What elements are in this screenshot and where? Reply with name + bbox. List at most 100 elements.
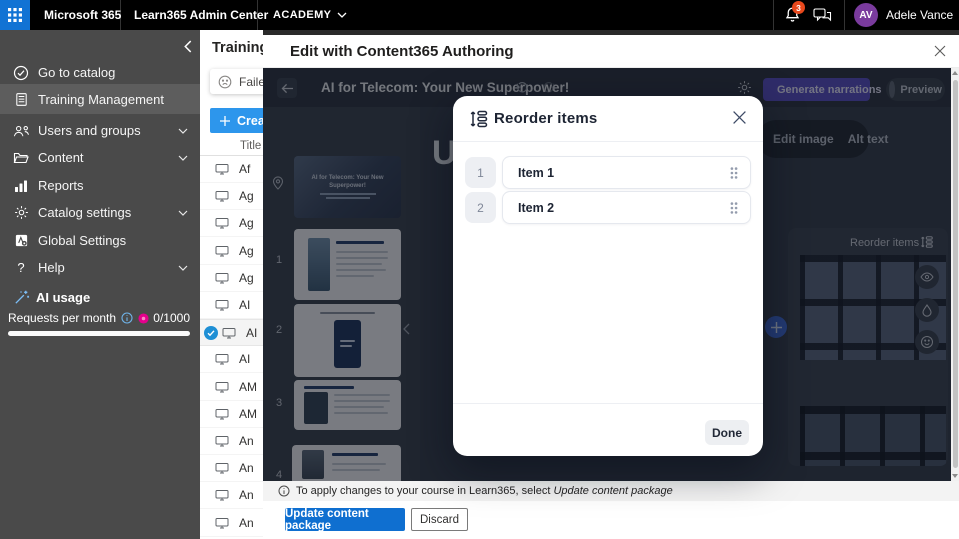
monitor-icon xyxy=(215,218,229,229)
done-button[interactable]: Done xyxy=(705,420,749,445)
reorder-item-row[interactable]: Item 2 xyxy=(502,191,751,224)
table-row[interactable]: AI xyxy=(200,292,270,319)
item-order-badge: 1 xyxy=(465,157,496,188)
sidebar-item-label: Help xyxy=(38,260,65,275)
table-row[interactable]: Af xyxy=(200,156,270,183)
row-title: Ag xyxy=(239,270,254,285)
reorder-icon xyxy=(469,109,489,129)
chevron-down-icon xyxy=(178,210,188,216)
row-title: Af xyxy=(239,162,251,176)
brand-home-link[interactable]: Microsoft 365 xyxy=(44,0,121,30)
sidebar-item-catalog-settings[interactable]: Catalog settings xyxy=(0,199,200,226)
gear-icon xyxy=(12,205,30,220)
sidebar-item-global-settings[interactable]: Global Settings xyxy=(0,227,200,254)
content365-authoring-modal: Edit with Content365 Authoring AI for Te… xyxy=(263,35,959,539)
sidebar-item-help[interactable]: ? Help xyxy=(0,254,200,281)
modal-scrollbar[interactable] xyxy=(951,68,959,481)
item-label: Item 2 xyxy=(518,200,555,215)
update-info-bar: To apply changes to your course in Learn… xyxy=(263,481,959,501)
row-title: An xyxy=(239,461,254,476)
folder-icon xyxy=(12,151,30,164)
row-title: Ag xyxy=(239,189,254,204)
user-name: Adele Vance xyxy=(886,8,954,22)
drag-handle-icon[interactable] xyxy=(729,201,739,215)
modal-header: Edit with Content365 Authoring xyxy=(263,35,959,68)
monitor-icon xyxy=(215,436,229,447)
chat-icon xyxy=(813,8,832,22)
row-title: An xyxy=(239,434,254,448)
dialog-header-divider xyxy=(453,141,763,142)
chevron-down-icon xyxy=(178,128,188,134)
monitor-icon xyxy=(215,408,229,420)
sidebar-item-reports[interactable]: Reports xyxy=(0,172,200,199)
ai-usage-label: AI usage xyxy=(36,289,91,305)
monitor-icon xyxy=(215,463,229,474)
scroll-up-arrow[interactable] xyxy=(952,71,958,75)
monitor-icon xyxy=(215,300,229,311)
monitor-icon xyxy=(215,191,229,202)
table-row[interactable]: An xyxy=(200,455,270,483)
quota-gem-icon xyxy=(138,312,149,324)
reorder-item-row[interactable]: Item 1 xyxy=(502,156,751,189)
reorder-items-dialog: Reorder items 1 Item 1 2 Item 2 Done xyxy=(453,96,763,456)
dialog-footer-divider xyxy=(453,403,763,404)
monitor-icon xyxy=(215,272,229,284)
failed-processing-chip[interactable]: Failed pro xyxy=(210,69,270,94)
user-avatar[interactable]: AV xyxy=(854,3,878,27)
row-title: AI xyxy=(239,352,251,367)
scroll-down-arrow[interactable] xyxy=(952,474,958,478)
people-icon xyxy=(12,124,30,138)
sidebar-item-label: Catalog settings xyxy=(38,205,132,220)
training-management-panel: Training Management Failed pro Create tr… xyxy=(200,30,270,539)
sidebar-item-training-management[interactable]: Training Management xyxy=(0,84,200,114)
close-icon xyxy=(934,45,946,57)
sidebar-item-label: Reports xyxy=(38,178,84,193)
tenant-selector[interactable]: ACADEMY xyxy=(273,0,347,30)
item-label: Item 1 xyxy=(518,165,555,180)
plus-icon xyxy=(220,115,230,126)
sidebar-item-label: Go to catalog xyxy=(38,65,116,80)
row-title: Ag xyxy=(239,216,254,231)
table-row[interactable]: AM xyxy=(200,401,270,428)
create-training-button[interactable]: Create tra xyxy=(210,108,270,133)
monitor-icon xyxy=(215,245,229,257)
table-row-selected[interactable]: AI xyxy=(200,319,270,347)
table-row[interactable]: An xyxy=(200,428,270,455)
table-row[interactable]: Ag xyxy=(200,210,270,238)
selected-check-icon[interactable] xyxy=(204,325,218,340)
update-content-package-button[interactable]: Update content package xyxy=(285,508,405,532)
row-title: Ag xyxy=(239,243,254,258)
sidebar-item-ai-usage[interactable]: AI usage xyxy=(0,286,200,308)
table-row[interactable]: Ag xyxy=(200,183,270,211)
sidebar-item-go-to-catalog[interactable]: Go to catalog xyxy=(0,59,200,86)
discard-button[interactable]: Discard xyxy=(411,508,468,531)
info-icon[interactable] xyxy=(121,312,133,324)
chevron-down-icon xyxy=(178,265,188,271)
drag-handle-icon[interactable] xyxy=(729,166,739,180)
table-row[interactable]: AM xyxy=(200,374,270,401)
sidebar-item-users-and-groups[interactable]: Users and groups xyxy=(0,117,200,144)
table-row[interactable]: An xyxy=(200,510,270,537)
sidebar-item-content[interactable]: Content xyxy=(0,144,200,171)
monitor-icon xyxy=(215,517,229,529)
page-title: Training Management xyxy=(212,40,270,56)
scrollbar-thumb[interactable] xyxy=(952,80,958,468)
wand-icon xyxy=(12,289,30,306)
table-row[interactable]: Ag xyxy=(200,238,270,265)
row-title: AI xyxy=(239,298,251,312)
waffle-menu-button[interactable] xyxy=(0,0,30,30)
suite-topbar: Microsoft 365 Learn365 Admin Center ACAD… xyxy=(0,0,959,30)
table-row[interactable]: AI xyxy=(200,346,270,374)
row-title: AM xyxy=(239,379,257,394)
feedback-button[interactable] xyxy=(813,7,832,23)
topbar-divider xyxy=(844,0,845,30)
table-row[interactable]: An xyxy=(200,482,270,510)
monitor-icon xyxy=(215,164,229,175)
app-title-link[interactable]: Learn365 Admin Center xyxy=(134,0,268,30)
table-row[interactable]: Ag xyxy=(200,265,270,292)
modal-close-button[interactable] xyxy=(934,45,946,57)
dialog-close-button[interactable] xyxy=(732,110,747,125)
sidebar-collapse-button[interactable] xyxy=(184,40,192,53)
close-icon xyxy=(733,111,746,124)
chevron-left-icon xyxy=(184,40,192,53)
